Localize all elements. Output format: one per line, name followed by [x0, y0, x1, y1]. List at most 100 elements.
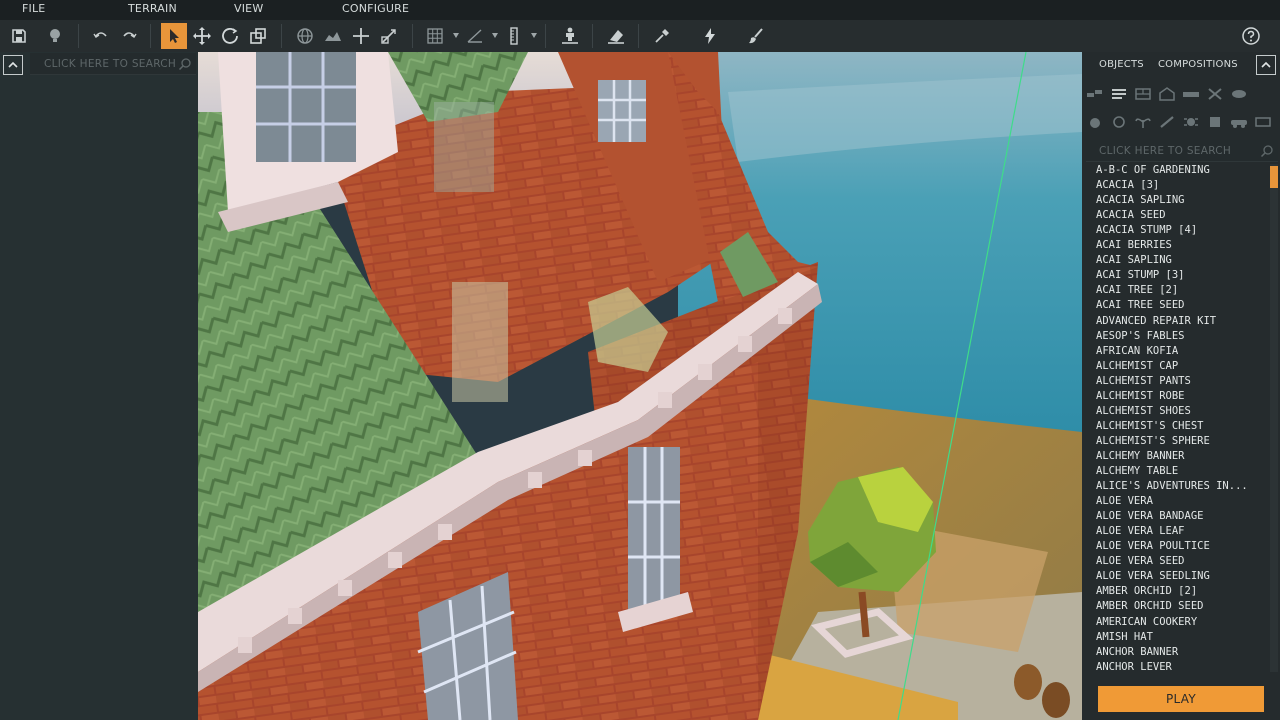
right-collapse-button[interactable] [1256, 55, 1276, 75]
list-item[interactable]: ALCHEMIST'S CHEST [1096, 420, 1203, 435]
resize-icon [381, 29, 396, 44]
scrollbar-thumb[interactable] [1270, 166, 1278, 188]
category-plant-icon[interactable] [1134, 115, 1152, 129]
category-animal-icon[interactable] [1230, 87, 1248, 101]
ruler-dropdown-arrow[interactable] [531, 33, 537, 38]
list-item[interactable]: ALCHEMY TABLE [1096, 465, 1178, 480]
list-item[interactable]: ACAI BERRIES [1096, 239, 1172, 254]
undo-icon [93, 32, 107, 38]
category-creature-icon[interactable] [1110, 115, 1128, 129]
left-collapse-button[interactable] [3, 55, 23, 75]
list-item[interactable]: ALOE VERA LEAF [1096, 525, 1185, 540]
list-item[interactable]: AMBER ORCHID [2] [1096, 585, 1197, 600]
redo-icon [123, 32, 137, 38]
list-item[interactable]: AMISH HAT [1096, 631, 1153, 646]
search-icon [1260, 145, 1273, 158]
list-item[interactable]: ACAI TREE SEED [1096, 299, 1185, 314]
character-button[interactable] [557, 23, 583, 49]
left-search-input[interactable]: CLICK HERE TO SEARCH [30, 53, 196, 75]
list-item[interactable]: ACACIA SAPLING [1096, 194, 1185, 209]
lightning-icon [705, 28, 715, 44]
toolbar [0, 20, 1280, 52]
globe-icon [297, 28, 313, 44]
list-item[interactable]: ANCHOR LEVER [1096, 661, 1172, 672]
category-bed-icon[interactable] [1182, 87, 1200, 101]
category-bug-icon[interactable] [1182, 115, 1200, 129]
ruler-button[interactable] [501, 23, 527, 49]
list-item[interactable]: ALOE VERA SEED [1096, 555, 1185, 570]
angle-snap-button[interactable] [462, 23, 488, 49]
menu-file[interactable]: FILE [22, 2, 45, 15]
snap-icon [353, 28, 369, 44]
category-building-icon[interactable] [1158, 87, 1176, 101]
3d-viewport[interactable] [198, 52, 1082, 720]
category-book-icon[interactable] [1206, 115, 1224, 129]
select-tool-button[interactable] [161, 23, 187, 49]
category-food-icon[interactable] [1086, 115, 1104, 129]
undo-button[interactable] [88, 23, 114, 49]
list-item[interactable]: ACAI STUMP [3] [1096, 269, 1185, 284]
category-wall-icon[interactable] [1134, 87, 1152, 101]
eyedropper-button[interactable] [649, 23, 675, 49]
select-arrow-icon [170, 29, 179, 43]
list-item[interactable]: ACACIA STUMP [4] [1096, 224, 1197, 239]
category-lines-icon[interactable] [1110, 87, 1128, 101]
eraser-button[interactable] [603, 23, 629, 49]
list-item[interactable]: ALCHEMIST CAP [1096, 360, 1178, 375]
objects-search-input[interactable]: CLICK HERE TO SEARCH [1086, 140, 1278, 162]
list-item[interactable]: ALOE VERA BANDAGE [1096, 510, 1203, 525]
tab-objects[interactable]: OBJECTS [1099, 59, 1144, 70]
angle-icon [467, 29, 482, 43]
list-item[interactable]: ADVANCED REPAIR KIT [1096, 315, 1216, 330]
list-item[interactable]: AESOP'S FABLES [1096, 330, 1185, 345]
rotate-tool-button[interactable] [217, 23, 243, 49]
grid-button[interactable] [422, 23, 448, 49]
list-item[interactable]: ALCHEMIST'S SPHERE [1096, 435, 1210, 450]
category-weapon-icon[interactable] [1158, 115, 1176, 129]
terrain-button[interactable] [320, 23, 346, 49]
list-item[interactable]: ALOE VERA [1096, 495, 1153, 510]
list-item[interactable]: ALCHEMIST PANTS [1096, 375, 1191, 390]
list-item[interactable]: ALCHEMIST SHOES [1096, 405, 1191, 420]
category-tools-icon[interactable] [1206, 87, 1224, 101]
paint-button[interactable] [743, 23, 769, 49]
move-tool-button[interactable] [189, 23, 215, 49]
list-item[interactable]: ALOE VERA SEEDLING [1096, 570, 1210, 585]
lightning-button[interactable] [697, 23, 723, 49]
grid-dropdown-arrow[interactable] [453, 33, 459, 38]
snap-button[interactable] [348, 23, 374, 49]
list-item[interactable]: ALICE'S ADVENTURES IN... [1096, 480, 1248, 495]
list-item[interactable]: AMBER ORCHID SEED [1096, 600, 1203, 615]
world-space-button[interactable] [292, 23, 318, 49]
menu-configure[interactable]: CONFIGURE [342, 2, 409, 15]
list-item[interactable]: ACAI TREE [2] [1096, 284, 1178, 299]
list-item[interactable]: A-B-C OF GARDENING [1096, 164, 1210, 179]
save-button[interactable] [6, 23, 32, 49]
list-item[interactable]: ALCHEMY BANNER [1096, 450, 1185, 465]
category-vehicle-icon[interactable] [1230, 115, 1248, 129]
left-search-placeholder: CLICK HERE TO SEARCH [44, 58, 177, 70]
list-item[interactable]: AMERICAN COOKERY [1096, 616, 1197, 631]
list-item[interactable]: ANCHOR BANNER [1096, 646, 1178, 661]
list-item[interactable]: ACAI SAPLING [1096, 254, 1172, 269]
help-button[interactable] [1238, 23, 1264, 49]
category-construction-icon[interactable] [1086, 87, 1104, 101]
menu-terrain[interactable]: TERRAIN [128, 2, 177, 15]
play-button[interactable]: PLAY [1098, 686, 1264, 712]
editor-app: FILE TERRAIN VIEW CONFIGURE CLICK HERE T… [0, 0, 1280, 720]
redo-button[interactable] [116, 23, 142, 49]
resize-button[interactable] [376, 23, 402, 49]
scale-tool-button[interactable] [245, 23, 271, 49]
angle-dropdown-arrow[interactable] [492, 33, 498, 38]
list-item[interactable]: ACACIA SEED [1096, 209, 1166, 224]
object-list-scrollbar[interactable] [1270, 164, 1278, 672]
move-icon [193, 27, 211, 45]
menu-view[interactable]: VIEW [234, 2, 263, 15]
list-item[interactable]: ALCHEMIST ROBE [1096, 390, 1185, 405]
list-item[interactable]: ACACIA [3] [1096, 179, 1159, 194]
tab-compositions[interactable]: COMPOSITIONS [1158, 59, 1238, 70]
list-item[interactable]: AFRICAN KOFIA [1096, 345, 1178, 360]
light-button[interactable] [42, 23, 68, 49]
category-misc-icon[interactable] [1254, 115, 1272, 129]
list-item[interactable]: ALOE VERA POULTICE [1096, 540, 1210, 555]
